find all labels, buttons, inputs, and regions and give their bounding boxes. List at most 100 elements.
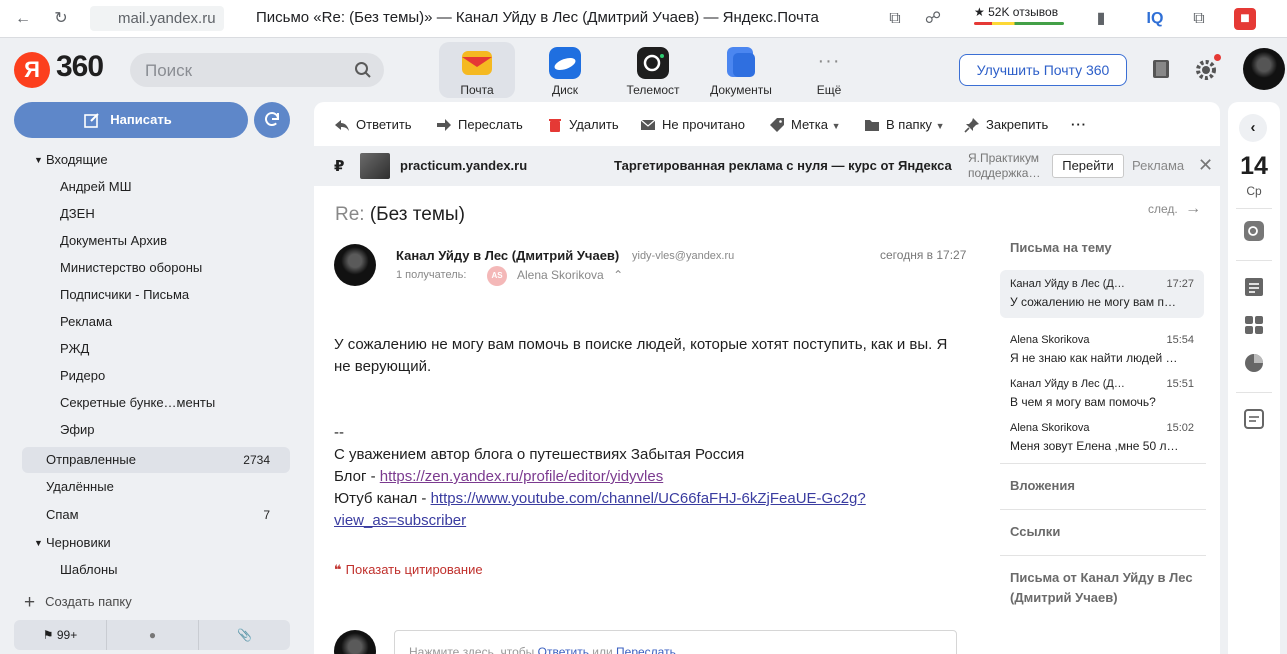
tag-icon [770,118,784,132]
reload-icon[interactable]: ↻ [50,8,72,30]
caret-down-icon[interactable]: ▼ [34,147,43,173]
refresh-button[interactable] [254,102,290,138]
folder-drafts[interactable]: ▼ Черновики [22,530,290,556]
body-line: У сожалению не могу вам помочь в поиске … [334,336,948,353]
search-input[interactable]: Поиск [130,53,384,87]
thread-item[interactable]: Alena Skorikova 15:02 Меня зовут Елена ,… [1000,414,1204,462]
bookmark-icon[interactable]: ▮ [1090,8,1112,30]
reply-hint-forward-link[interactable]: Переслать [616,645,676,654]
thread-item[interactable]: Канал Уйду в Лес (Д… 15:51 В чем я могу … [1000,370,1204,418]
extension-red-icon[interactable]: ■ [1234,8,1256,30]
folder-dzen[interactable]: ДЗЕН [22,201,290,227]
ad-text[interactable]: Таргетированная реклама с нуля — курс от… [614,158,952,173]
divider [1236,260,1272,261]
ad-image [360,153,390,179]
youtube-link-continued[interactable]: view_as=subscriber [334,512,466,529]
blog-link[interactable]: https://zen.yandex.ru/profile/editor/yid… [380,468,663,485]
iq-extension-icon[interactable]: IQ [1144,8,1166,30]
protect-icon[interactable]: ☍ [922,8,944,30]
youtube-link[interactable]: https://www.youtube.com/channel/UC66faFH… [431,490,866,507]
feedback-icon[interactable] [1243,408,1265,430]
folder-documents-archive[interactable]: Документы Архив [22,228,290,254]
attachments-section[interactable]: Вложения [1010,476,1075,496]
move-to-folder-dropdown[interactable]: В папку ▼ [864,116,944,134]
next-message-link[interactable]: след. → [1148,200,1201,218]
message-body: У сожалению не могу вам помочь в поиске … [334,334,964,532]
sender-avatar[interactable] [334,244,376,286]
gear-icon[interactable] [1194,58,1218,82]
ad-banner[interactable]: ₽ practicum.yandex.ru Таргетированная ре… [314,146,1220,186]
sender-email[interactable]: yidy-vles@yandex.ru [632,250,734,262]
unread-filter[interactable]: ● [106,620,198,650]
from-sender-section[interactable]: Письма от Канал Уйду в Лес (Дмитрий Учае… [1010,568,1193,608]
folder-ministry[interactable]: Министерство обороны [22,255,290,281]
flag-icon: ⚑ [42,628,54,642]
reviews-badge[interactable]: ★ 52K отзывов [974,5,1058,19]
user-avatar[interactable] [1243,48,1285,90]
reply-button[interactable]: Ответить [334,116,412,134]
back-icon[interactable]: ← [12,8,34,30]
pin-button[interactable]: Закрепить [964,116,1048,134]
caret-down-icon[interactable]: ▼ [34,530,43,556]
app-label: Диск [551,83,579,97]
folder-ads[interactable]: Реклама [22,309,290,335]
apps-grid-icon[interactable] [1243,314,1265,336]
notes-icon[interactable] [1243,276,1265,298]
folder-subscribers[interactable]: Подписчики - Письма [22,282,290,308]
folder-label: Подписчики - Письма [60,287,190,302]
compose-icon [84,113,99,128]
address-bar[interactable]: mail.yandex.ru [90,6,224,31]
app-more[interactable]: ··· Ещё [791,42,867,98]
telemost-rail-icon[interactable] [1243,220,1265,242]
folder-efir[interactable]: Эфир [22,417,290,443]
folder-templates[interactable]: Шаблоны [22,557,290,583]
logo-360[interactable]: 360 [56,50,104,84]
collapse-rail-button[interactable]: ‹ [1239,114,1267,142]
tablet-icon[interactable] [1150,58,1172,80]
attachments-filter[interactable]: 📎 [198,620,290,650]
search-icon[interactable] [354,61,372,79]
folder-spam[interactable]: Спам 7 [22,502,290,528]
create-folder-link[interactable]: + Создать папку [24,592,132,614]
folder-andrey[interactable]: Андрей МШ [22,174,290,200]
app-documents[interactable]: Документы [703,42,779,98]
folder-rzd[interactable]: РЖД [22,336,290,362]
flagged-filter[interactable]: ⚑ 99+ [14,620,106,650]
folder-inbox[interactable]: ▼ Входящие [22,147,290,173]
delete-button[interactable]: Удалить [547,116,619,134]
forward-button[interactable]: Переслать [436,116,523,134]
thread-item[interactable]: Alena Skorikova 15:54 Я не знаю как найт… [1000,326,1204,374]
translate-icon[interactable]: ⧉ [1188,8,1210,30]
yandex-logo[interactable]: Я [14,52,50,88]
links-section[interactable]: Ссылки [1010,522,1060,542]
label-dropdown[interactable]: Метка ▼ [769,116,840,134]
quick-reply-box[interactable]: Нажмите здесь, чтобы Ответить или Пересл… [394,630,957,654]
pie-chart-icon[interactable] [1243,352,1265,374]
calendar-date[interactable]: 14 [1228,152,1280,181]
recipient-name[interactable]: Alena Skorikova ⌃ [517,268,623,282]
sender-name[interactable]: Канал Уйду в Лес (Дмитрий Учаев) [396,248,619,263]
thread-item[interactable]: Канал Уйду в Лес (Д… 17:27 У сожалению н… [1000,270,1204,318]
signature-line: С уважением автор блога о путешествиях З… [334,446,745,463]
reply-hint-reply-link[interactable]: Ответить [538,645,589,654]
close-icon[interactable]: ✕ [1198,155,1213,176]
show-quote-link[interactable]: ❝ Показать цитирование [334,562,483,578]
upgrade-button[interactable]: Улучшить Почту 360 [959,54,1127,86]
ad-go-button[interactable]: Перейти [1052,154,1124,178]
mark-unread-button[interactable]: Не прочитано [640,116,745,134]
app-telemost[interactable]: Телемост [615,42,691,98]
more-actions-button[interactable]: ··· [1049,116,1087,134]
ad-domain[interactable]: practicum.yandex.ru [400,158,527,173]
app-mail[interactable]: Почта [439,42,515,98]
thread-item-from: Alena Skorikova [1010,334,1090,346]
folder-sent[interactable]: Отправленные 2734 [22,447,290,473]
app-disk[interactable]: Диск [527,42,603,98]
folder-deleted[interactable]: Удалённые [22,474,290,500]
plus-icon: + [24,592,36,613]
tabs-icon[interactable]: ⧉ [884,8,906,30]
chevron-up-icon[interactable]: ⌃ [613,268,623,282]
thread-item-time: 17:27 [1166,278,1194,290]
folder-secret[interactable]: Секретные бунке…менты [22,390,290,416]
folder-ridero[interactable]: Ридеро [22,363,290,389]
compose-button[interactable]: Написать [14,102,248,138]
